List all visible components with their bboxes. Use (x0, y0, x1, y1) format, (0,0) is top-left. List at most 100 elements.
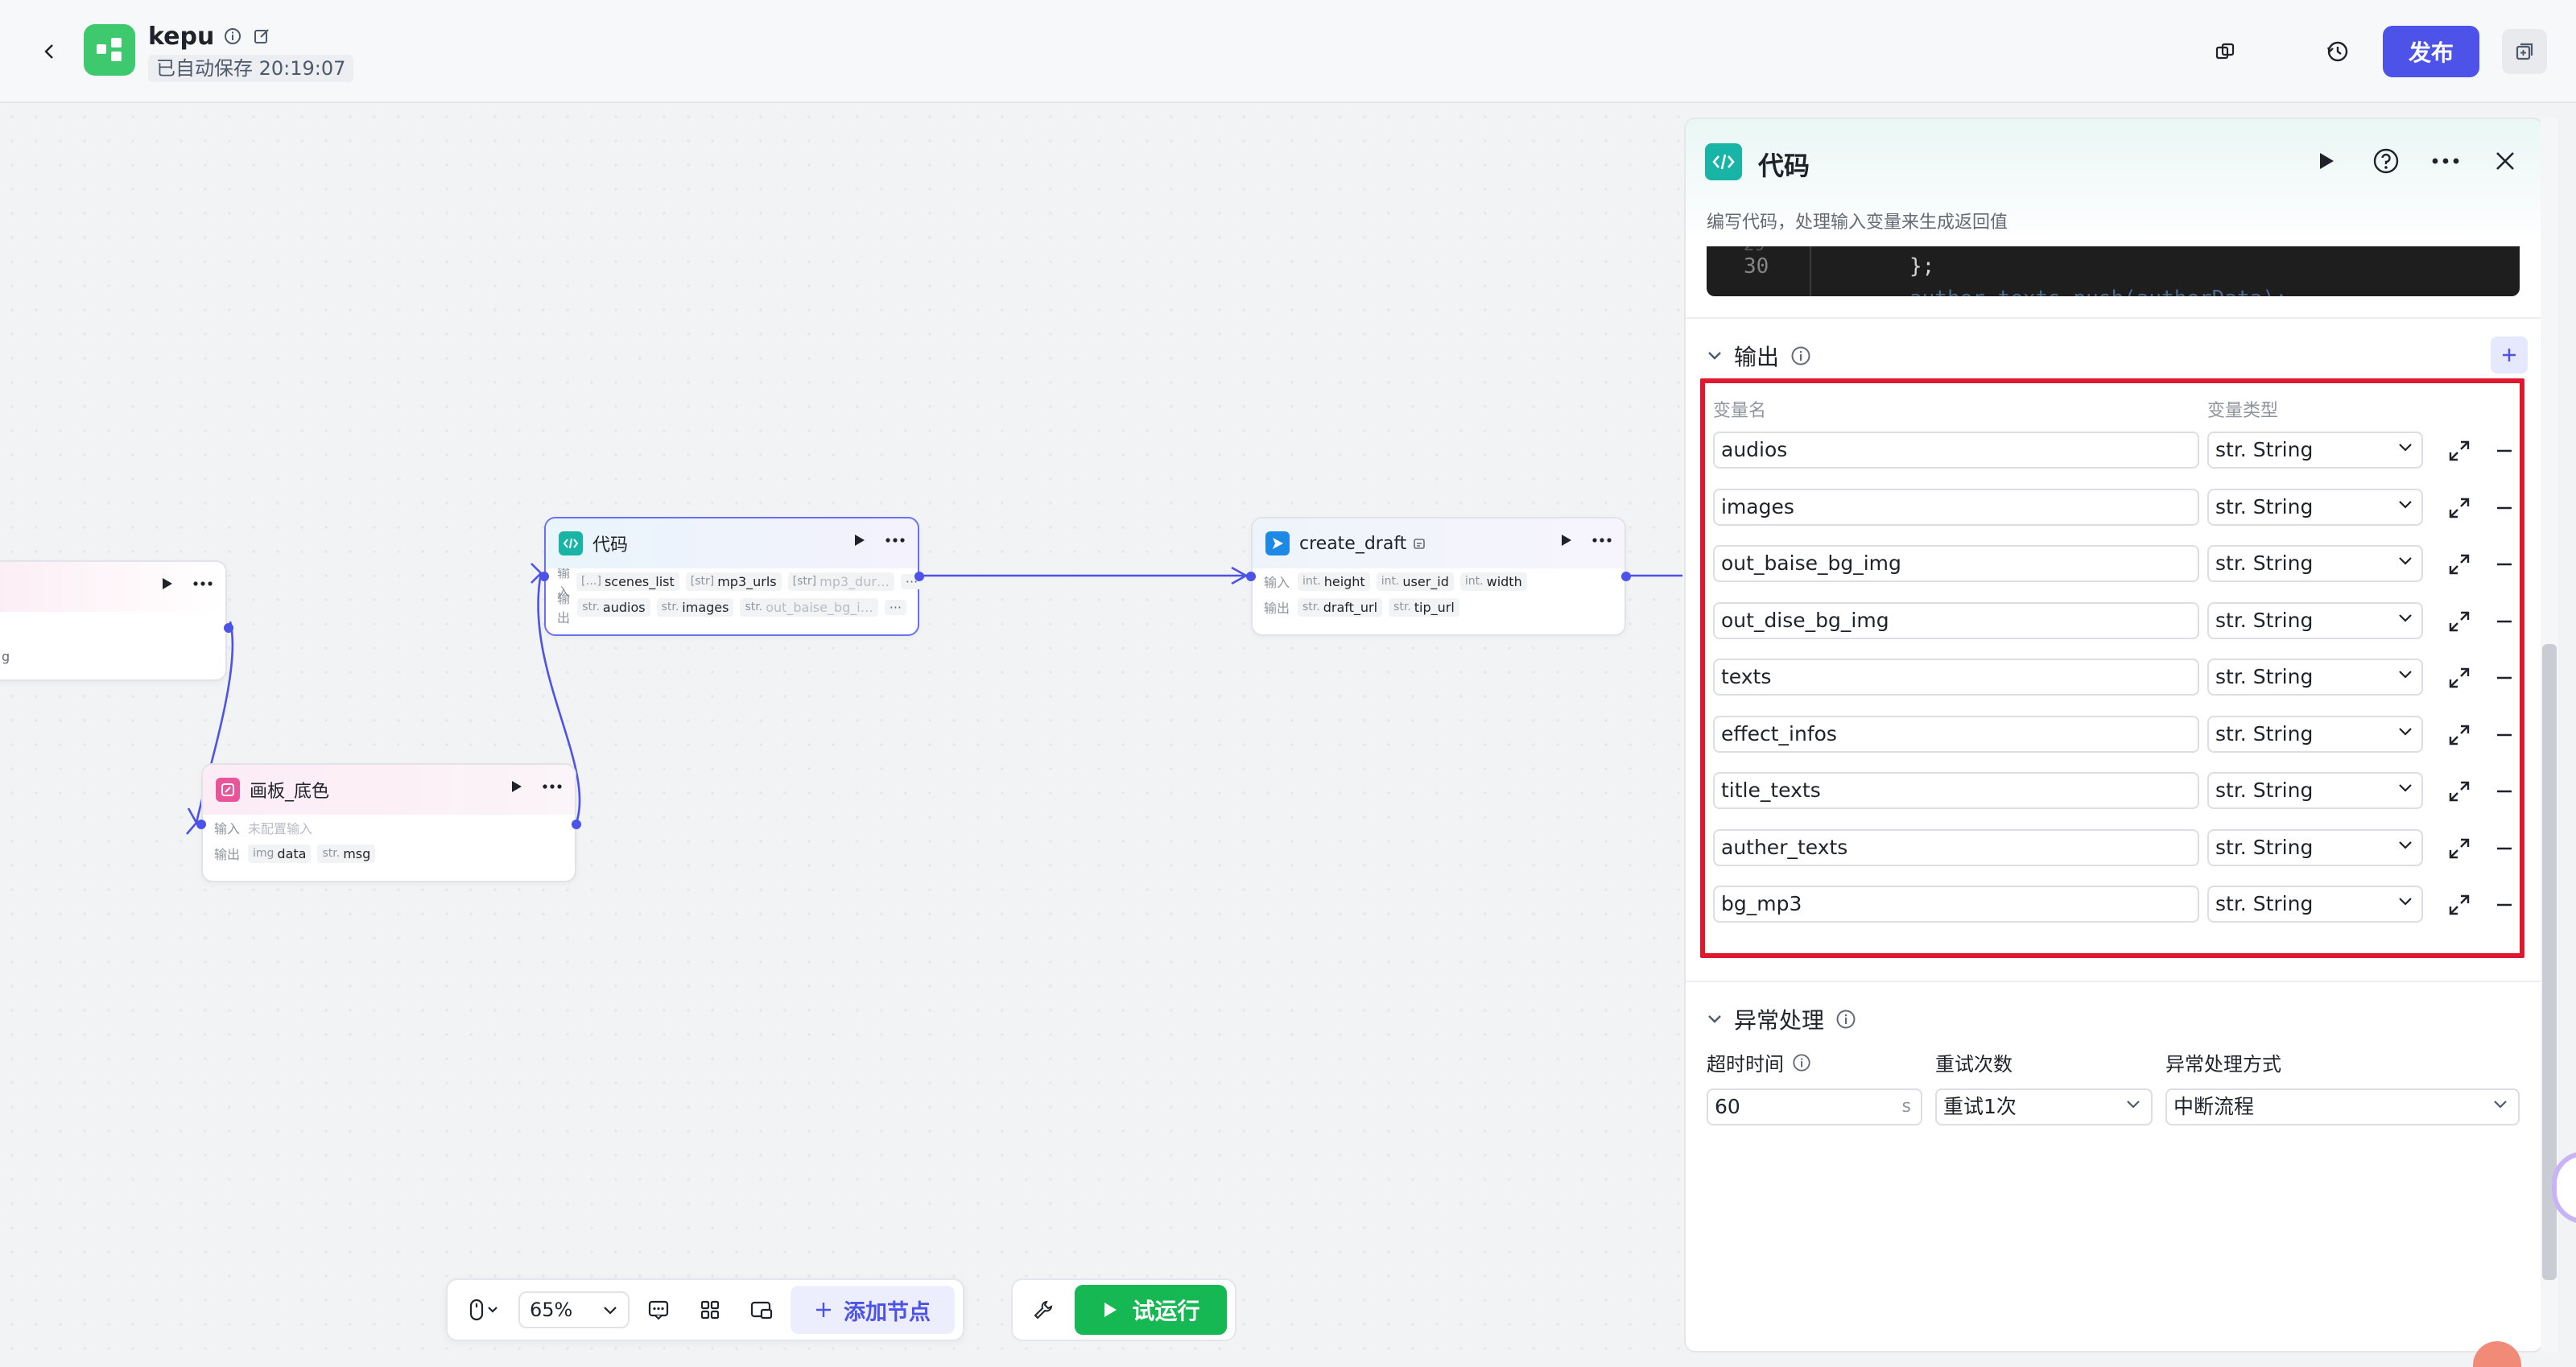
remove-icon[interactable] (2492, 439, 2516, 463)
expand-icon[interactable] (2447, 666, 2471, 690)
output-port[interactable] (224, 623, 233, 633)
test-run-button[interactable]: 试运行 (1075, 1285, 1227, 1335)
expand-icon[interactable] (2447, 779, 2471, 803)
close-icon (2496, 152, 2514, 170)
output-name-input[interactable]: texts (1713, 659, 2199, 696)
info-icon[interactable] (1790, 345, 1811, 366)
add-node-label: 添加节点 (844, 1299, 931, 1325)
timeout-input[interactable]: 60 s (1707, 1088, 1922, 1125)
debug-settings-button[interactable] (1021, 1287, 1065, 1332)
create-draft-node[interactable]: create_draft 输入 int. height int. user_id i… (1246, 517, 1631, 636)
remove-icon[interactable] (2492, 496, 2516, 520)
expand-icon[interactable] (2447, 723, 2471, 747)
copy-button[interactable] (2206, 32, 2244, 71)
add-node-button[interactable]: 添加节点 (791, 1286, 955, 1334)
play-icon[interactable] (510, 779, 523, 794)
expand-icon[interactable] (2447, 609, 2471, 634)
help-button[interactable] (2370, 145, 2402, 177)
chevron-down-icon (2399, 500, 2412, 509)
play-icon[interactable] (1560, 533, 1573, 547)
remove-icon[interactable] (2492, 552, 2516, 576)
more-icon[interactable] (193, 581, 213, 586)
interaction-mode-button[interactable] (456, 1287, 512, 1332)
line-number: 30 (1744, 254, 1769, 279)
remove-icon[interactable] (2492, 609, 2516, 634)
remove-icon[interactable] (2492, 893, 2516, 917)
output-section-header[interactable]: 输出 (1707, 340, 1811, 372)
output-name-input[interactable]: images (1713, 488, 2199, 526)
output-type-select[interactable]: str. String (2207, 545, 2423, 582)
output-port[interactable] (914, 572, 924, 581)
play-icon[interactable] (853, 533, 866, 547)
output-type-select[interactable]: str. String (2207, 828, 2423, 866)
draft-node-actions (1560, 533, 1612, 547)
output-name-input[interactable]: effect_infos (1713, 715, 2199, 753)
error-mode-select[interactable]: 中断流程 (2165, 1088, 2520, 1125)
minimap-button[interactable] (739, 1287, 784, 1332)
zoom-select[interactable]: 65% (518, 1291, 630, 1328)
output-type-select[interactable]: str. String (2207, 601, 2423, 639)
info-icon[interactable] (1792, 1053, 1811, 1072)
output-type-select[interactable]: str. String (2207, 432, 2423, 469)
output-name-input[interactable]: auther_texts (1713, 828, 2199, 866)
expand-icon[interactable] (2447, 893, 2471, 917)
test-run-label: 试运行 (1132, 1298, 1200, 1324)
run-toolbar: 试运行 (1011, 1278, 1236, 1341)
partial-node[interactable]: g (0, 560, 233, 681)
output-name-input[interactable]: out_baise_bg_img (1713, 545, 2199, 582)
output-port[interactable] (572, 820, 581, 829)
output-port[interactable] (1621, 572, 1631, 581)
more-icon[interactable] (543, 784, 562, 789)
retry-select[interactable]: 重试1次 (1935, 1088, 2153, 1125)
input-port[interactable] (1246, 572, 1256, 581)
output-type-select[interactable]: str. String (2207, 715, 2423, 753)
info-icon[interactable] (1835, 1009, 1856, 1030)
canvas-base-color-node[interactable]: 画板_底色 输入 未配置输入 输出 img data str. msg (196, 763, 581, 882)
output-type-select[interactable]: str. String (2207, 772, 2423, 809)
top-header: kepu 已自动保存 20:19:07 发布 (0, 0, 2576, 103)
info-icon[interactable] (224, 27, 243, 47)
panel-toggle-button[interactable] (2502, 29, 2547, 74)
remove-icon[interactable] (2492, 779, 2516, 803)
close-button[interactable] (2489, 145, 2521, 177)
auto-layout-button[interactable] (687, 1287, 733, 1332)
output-type-select[interactable]: str. String (2207, 886, 2423, 923)
edit-icon[interactable] (253, 27, 272, 47)
error-section-header[interactable]: 异常处理 (1707, 1003, 1856, 1035)
play-icon[interactable] (161, 576, 174, 591)
remove-icon[interactable] (2492, 723, 2516, 747)
history-button[interactable] (2318, 32, 2357, 71)
back-button[interactable] (32, 34, 68, 69)
comment-button[interactable] (636, 1287, 681, 1332)
more-outputs-badge[interactable]: ··· (884, 599, 906, 615)
col-header-type: 变量类型 (2207, 401, 2279, 421)
output-name-input[interactable]: bg_mp3 (1713, 886, 2199, 923)
workflow-canvas[interactable]: g 代码 输入 […] scenes_list [str] mp3_urls [st… (0, 105, 1682, 1367)
output-type-select[interactable]: str. String (2207, 488, 2423, 526)
remove-icon[interactable] (2492, 666, 2516, 690)
output-name-input[interactable]: out_dise_bg_img (1713, 601, 2199, 639)
input-port[interactable] (539, 572, 549, 581)
expand-icon[interactable] (2447, 439, 2471, 463)
node-config-panel: 代码 编写代码，处理输入变量来生成返回值 29 30 }; auther_tex… (1684, 118, 2544, 1353)
expand-icon[interactable] (2447, 496, 2471, 520)
more-button[interactable] (2429, 145, 2462, 177)
run-node-button[interactable] (2310, 145, 2343, 177)
output-type-select[interactable]: str. String (2207, 659, 2423, 696)
more-icon[interactable] (886, 538, 905, 543)
output-name-input[interactable]: audios (1713, 432, 2199, 469)
output-tag: str. images (656, 597, 734, 617)
remove-icon[interactable] (2492, 836, 2516, 861)
expand-icon[interactable] (2447, 552, 2471, 576)
add-output-button[interactable] (2491, 337, 2528, 374)
code-editor[interactable]: 29 30 }; auther_texts.push(autherData); (1707, 246, 2520, 296)
divider (1686, 317, 2542, 319)
draft-node-head: create_draft (1253, 518, 1624, 568)
expand-icon[interactable] (2447, 836, 2471, 861)
output-name-input[interactable]: title_texts (1713, 772, 2199, 809)
code-node[interactable]: 代码 输入 […] scenes_list [str] mp3_urls [str]… (539, 517, 924, 636)
more-icon[interactable] (1592, 538, 1612, 543)
plugin-icon (1265, 531, 1290, 555)
publish-button[interactable]: 发布 (2383, 26, 2479, 77)
input-port[interactable] (196, 820, 206, 829)
